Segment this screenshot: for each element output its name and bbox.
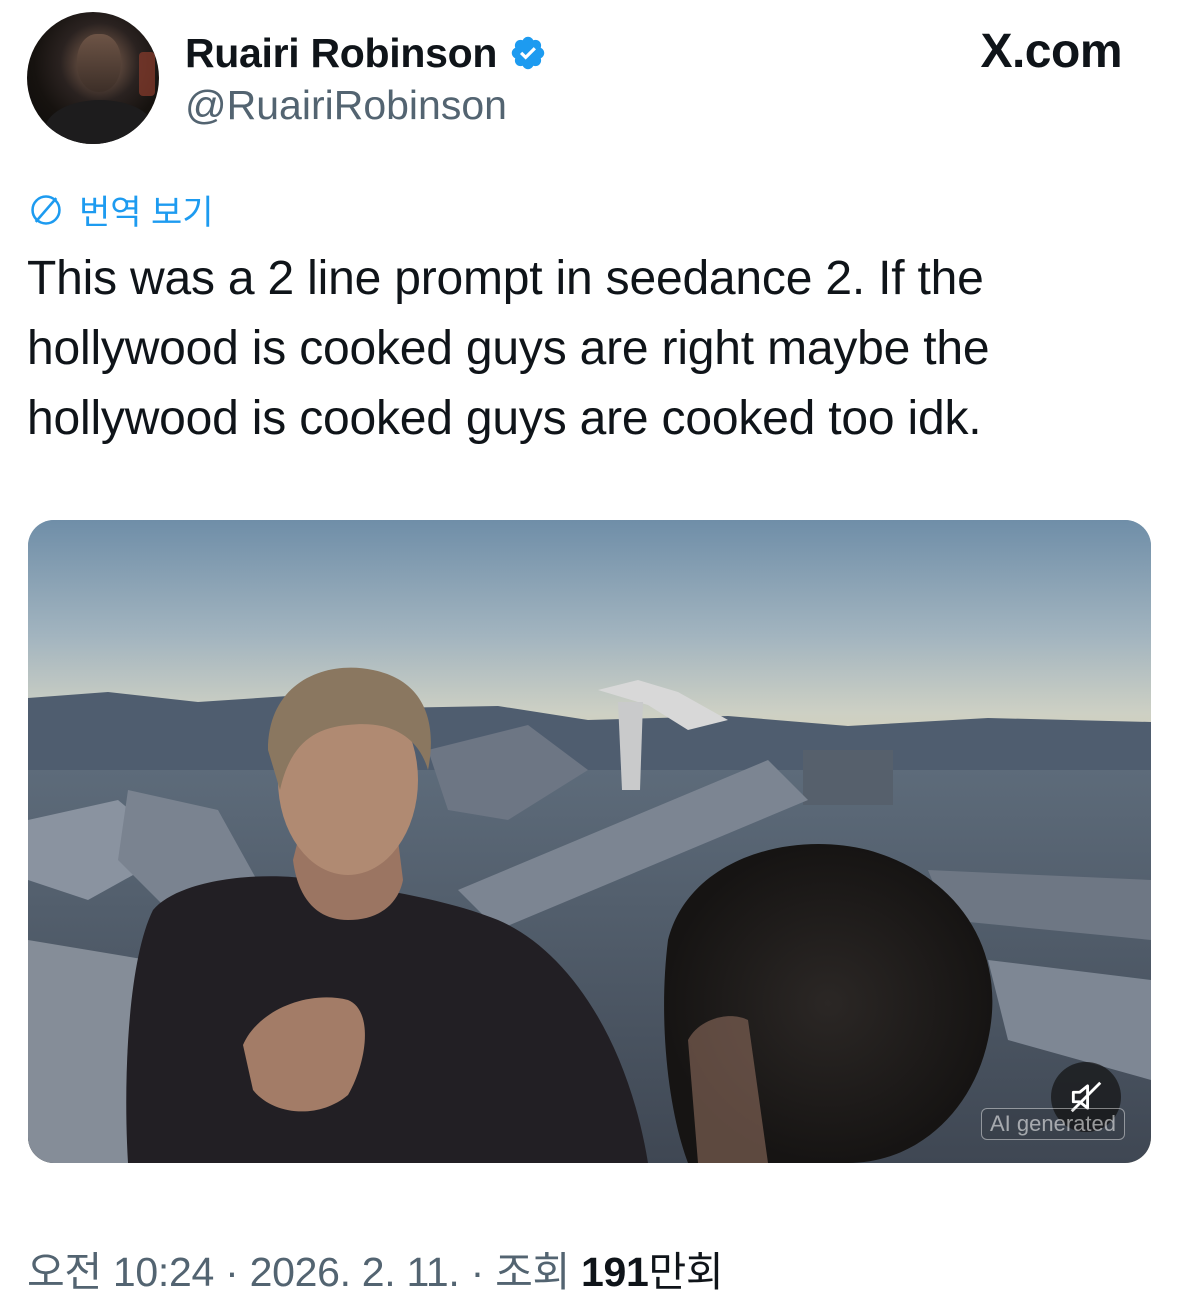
tweet-screenshot: Ruairi Robinson @RuairiRobinson X.com 번역… <box>0 0 1179 1309</box>
translate-label: 번역 보기 <box>79 194 214 232</box>
video-frame <box>28 520 1151 1163</box>
name-row: Ruairi Robinson <box>185 28 547 78</box>
views-label: 조회 <box>495 1249 570 1295</box>
views-unit: 만회 <box>648 1249 724 1295</box>
views-count: 191 <box>581 1249 649 1295</box>
display-name[interactable]: Ruairi Robinson <box>185 30 497 77</box>
ai-generated-badge: AI generated <box>981 1108 1125 1140</box>
post-time[interactable]: 오전 10:24 <box>27 1249 214 1295</box>
avatar[interactable] <box>27 12 159 144</box>
handle[interactable]: @RuairiRobinson <box>185 82 507 129</box>
avatar-background-light <box>139 52 155 96</box>
meta-separator: · <box>225 1249 239 1295</box>
verified-badge-icon <box>511 36 545 70</box>
avatar-face <box>77 34 121 92</box>
post-date[interactable]: 2026. 2. 11. <box>250 1249 460 1295</box>
tweet-video[interactable]: AI generated <box>28 520 1151 1163</box>
meta-separator: · <box>470 1249 485 1295</box>
avatar-shoulders <box>45 100 155 144</box>
tweet-text: This was a 2 line prompt in seedance 2. … <box>27 252 990 445</box>
globe-icon <box>31 194 61 225</box>
translate-link[interactable]: 번역 보기 <box>27 185 214 234</box>
tweet-metadata: 오전 10:24 · 2026. 2. 11. · 조회 191만회 <box>27 1238 724 1298</box>
brand-logo: X.com <box>980 25 1122 78</box>
